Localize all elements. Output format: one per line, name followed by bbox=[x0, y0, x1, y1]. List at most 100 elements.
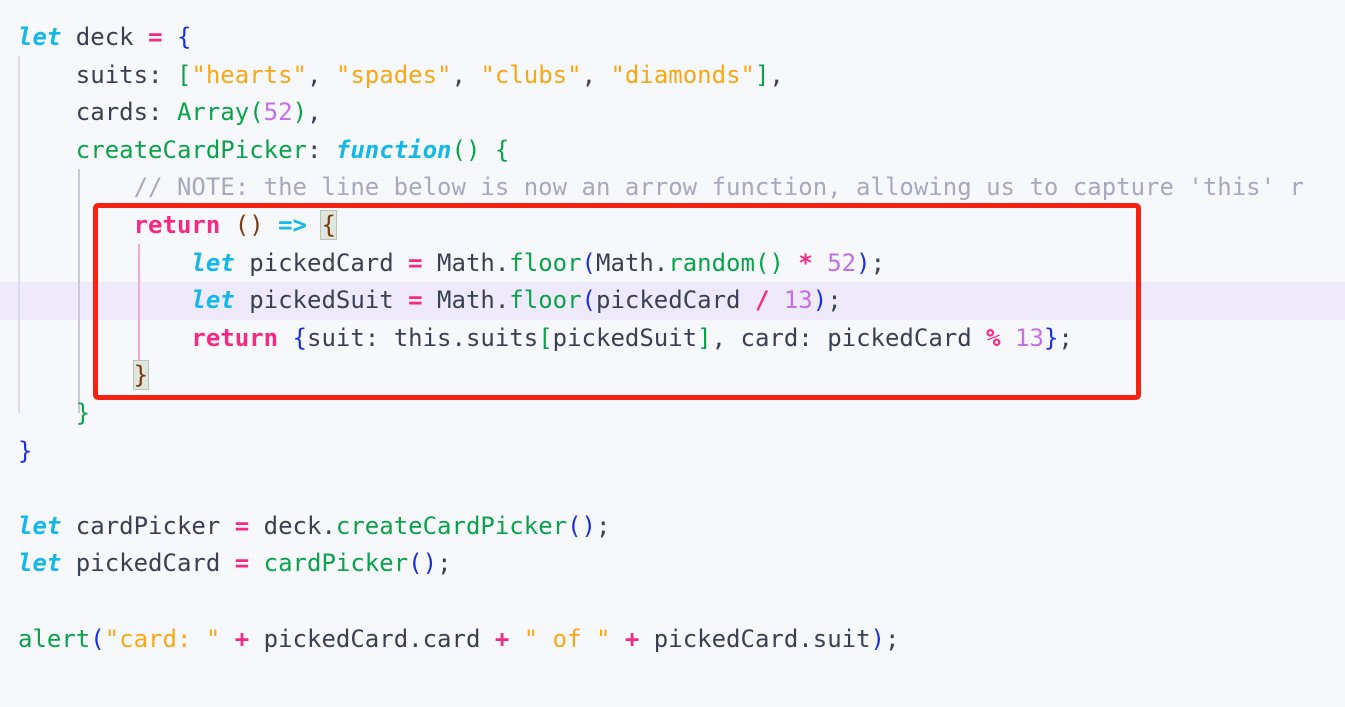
code-token: % bbox=[986, 323, 1001, 352]
code-line[interactable]: return () => { bbox=[0, 207, 1345, 245]
code-token: , bbox=[581, 60, 611, 89]
code-line[interactable]: return {suit: this.suits[pickedSuit], ca… bbox=[0, 320, 1345, 358]
code-token: random bbox=[668, 248, 755, 277]
code-line[interactable]: cards: Array(52), bbox=[0, 94, 1345, 132]
code-token: + bbox=[624, 624, 640, 653]
code-line[interactable]: } bbox=[0, 395, 1345, 433]
code-token: ; bbox=[437, 549, 452, 578]
code-token: floor bbox=[509, 286, 582, 315]
code-token: = bbox=[234, 511, 250, 540]
code-line[interactable]: } bbox=[0, 433, 1345, 471]
code-token: Math. bbox=[596, 248, 669, 277]
code-token: return bbox=[133, 210, 221, 239]
code-token: pickedCard bbox=[61, 549, 235, 578]
code-token: pickedSuit bbox=[234, 286, 409, 315]
code-token: suits: bbox=[18, 60, 177, 89]
code-line[interactable]: let pickedCard = Math.floor(Math.random(… bbox=[0, 245, 1345, 283]
code-token: ) bbox=[856, 248, 871, 277]
code-token: cardPicker bbox=[61, 511, 235, 540]
code-token: let bbox=[18, 549, 62, 578]
code-token: return bbox=[191, 323, 279, 352]
code-token: , bbox=[307, 60, 336, 89]
code-token: = bbox=[408, 286, 423, 315]
code-token: ) bbox=[292, 98, 308, 127]
code-line[interactable]: let pickedSuit = Math.floor(pickedCard /… bbox=[0, 282, 1345, 320]
code-token: ( bbox=[451, 135, 466, 164]
code-token: 52 bbox=[263, 98, 293, 127]
code-token: = bbox=[234, 549, 250, 578]
code-token: , bbox=[451, 60, 481, 89]
code-token: + bbox=[234, 624, 250, 653]
code-token: { bbox=[176, 23, 192, 51]
code-token: ] bbox=[754, 60, 770, 89]
code-editor-canvas[interactable]: let deck = { suits: ["hearts", "spades",… bbox=[0, 0, 1345, 707]
code-token: , bbox=[307, 98, 322, 127]
code-token: alert bbox=[18, 624, 91, 653]
code-token: ( bbox=[90, 624, 105, 653]
code-line[interactable]: let deck = { bbox=[0, 19, 1345, 57]
code-token: ; bbox=[870, 248, 886, 277]
code-token: * bbox=[798, 248, 813, 277]
code-token: + bbox=[494, 624, 510, 653]
code-line[interactable]: // NOTE: the line below is now an arrow … bbox=[0, 169, 1345, 207]
matched-bracket: { bbox=[320, 209, 337, 240]
code-token: deck bbox=[61, 23, 149, 51]
code-text-surface[interactable]: let deck = { suits: ["hearts", "spades",… bbox=[0, 19, 1345, 658]
code-line[interactable]: alert("card: " + pickedCard.card + " of … bbox=[0, 621, 1345, 659]
code-token: ( bbox=[567, 511, 582, 540]
code-token: cardPicker bbox=[263, 549, 409, 578]
code-token: Array bbox=[176, 98, 250, 127]
code-token: "diamonds" bbox=[610, 60, 755, 89]
code-token: } bbox=[75, 398, 91, 427]
code-line[interactable]: suits: ["hearts", "spades", "clubs", "di… bbox=[0, 57, 1345, 95]
code-token: ) bbox=[422, 549, 438, 578]
code-token: pickedSuit bbox=[552, 323, 698, 352]
code-token: = bbox=[148, 23, 163, 51]
code-line[interactable]: createCardPicker: function() { bbox=[0, 132, 1345, 170]
code-token: ) bbox=[812, 286, 828, 315]
code-token: => bbox=[278, 210, 308, 239]
code-token: ( bbox=[408, 549, 423, 578]
code-token: : bbox=[306, 135, 336, 164]
code-token: { bbox=[494, 135, 510, 164]
code-token: ( bbox=[581, 286, 596, 315]
code-token: "card: " bbox=[104, 624, 221, 653]
code-line[interactable] bbox=[0, 583, 1345, 621]
code-token: pickedCard.card bbox=[249, 624, 495, 653]
code-token: let bbox=[191, 286, 235, 315]
code-line[interactable]: let pickedCard = cardPicker(); bbox=[0, 545, 1345, 583]
code-token: [ bbox=[176, 60, 192, 89]
code-token: function bbox=[335, 135, 452, 164]
code-line[interactable]: let cardPicker = deck.createCardPicker()… bbox=[0, 508, 1345, 546]
code-token: createCardPicker bbox=[335, 511, 568, 540]
code-token: } bbox=[18, 436, 33, 465]
code-token: "clubs" bbox=[480, 60, 582, 89]
code-token: ) bbox=[769, 248, 784, 277]
code-token: , card: pickedCard bbox=[711, 323, 987, 352]
code-token: ) bbox=[870, 624, 885, 653]
code-token: "spades" bbox=[335, 60, 452, 89]
code-token: createCardPicker bbox=[75, 135, 307, 164]
code-token: ( bbox=[234, 210, 250, 239]
code-line[interactable] bbox=[0, 470, 1345, 508]
code-token: ( bbox=[249, 98, 264, 127]
code-token: ) bbox=[581, 511, 596, 540]
code-line[interactable]: } bbox=[0, 357, 1345, 395]
code-token: deck. bbox=[249, 511, 336, 540]
code-token: ) bbox=[249, 210, 264, 239]
code-token: // NOTE: the line below is now an arrow … bbox=[18, 173, 1304, 202]
code-token: ; bbox=[1058, 323, 1073, 352]
code-token: Math. bbox=[422, 248, 510, 277]
